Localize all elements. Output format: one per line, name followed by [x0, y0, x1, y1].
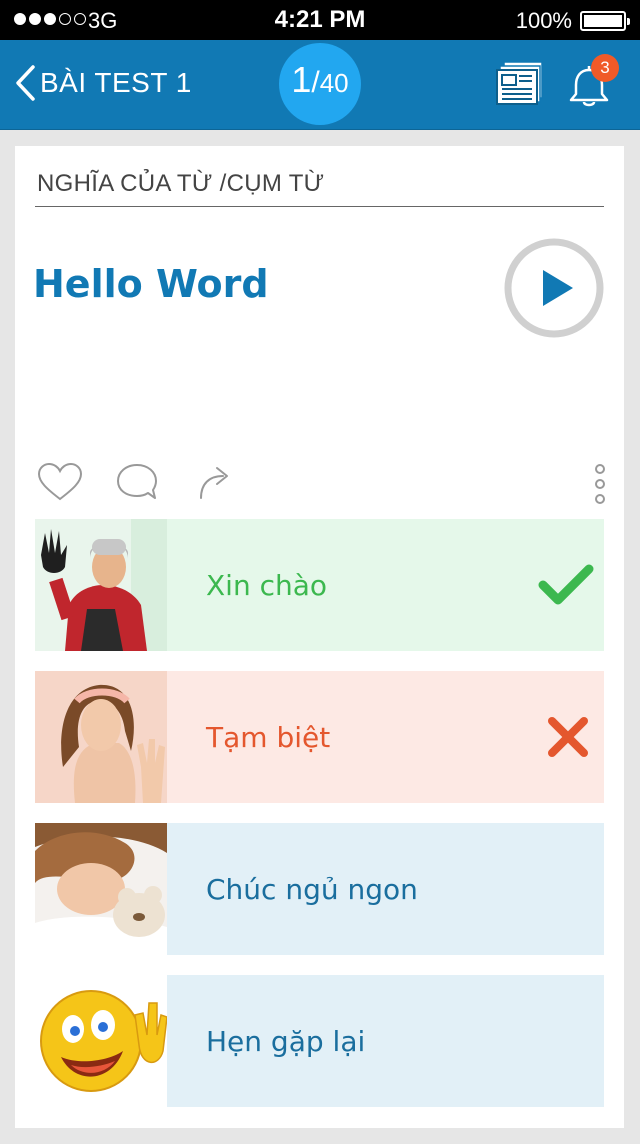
battery-icon [580, 11, 630, 31]
notification-badge: 3 [591, 54, 619, 82]
like-button[interactable] [37, 462, 83, 502]
option-label: Tạm biệt [206, 720, 331, 754]
option-label: Chúc ngủ ngon [206, 872, 418, 906]
comment-icon [117, 464, 157, 499]
option-label: Xin chào [206, 568, 328, 602]
answer-option[interactable]: Chúc ngủ ngon [35, 823, 604, 955]
checkmark-icon [538, 564, 594, 605]
share-icon [200, 467, 228, 499]
question-progress: 1/40 [279, 43, 361, 125]
share-button[interactable] [197, 462, 237, 502]
section-title: NGHĨA CỦA TỪ /CỤM TỪ [37, 170, 325, 197]
status-bar: 3G 4:21 PM 100% [0, 0, 640, 40]
play-audio-button[interactable] [503, 237, 605, 339]
child-sleeping-image [35, 823, 167, 955]
cross-icon [548, 717, 588, 757]
progress-total: 40 [319, 68, 349, 98]
man-waving-image [35, 519, 167, 651]
back-button[interactable]: BÀI TEST 1 [14, 64, 192, 102]
progress-current: 1 [291, 59, 312, 100]
more-vertical-icon [595, 464, 605, 504]
question-card: NGHĨA CỦA TỪ /CỤM TỪ Hello Word Xin chào… [15, 146, 624, 1128]
smiley-waving-image [35, 975, 167, 1107]
option-label: Hẹn gặp lại [206, 1024, 366, 1058]
app-header: BÀI TEST 1 1/40 3 [0, 40, 640, 130]
test-title: BÀI TEST 1 [40, 67, 192, 98]
play-icon [504, 238, 604, 338]
question-word: Hello Word [33, 262, 269, 306]
progress-separator: / [311, 66, 320, 99]
action-bar [37, 462, 607, 506]
chevron-left-icon [16, 65, 35, 101]
answer-option[interactable]: Xin chào [35, 519, 604, 651]
woman-waving-image [35, 671, 167, 803]
answer-option[interactable]: Hẹn gặp lại [35, 975, 604, 1107]
more-options-button[interactable] [593, 464, 607, 506]
title-divider [35, 206, 604, 207]
answer-option[interactable]: Tạm biệt [35, 671, 604, 803]
newspaper-icon [496, 61, 543, 105]
heart-icon [37, 462, 83, 501]
newspaper-button[interactable] [496, 60, 546, 106]
comment-button[interactable] [115, 462, 159, 502]
battery-percent: 100% [515, 8, 572, 33]
